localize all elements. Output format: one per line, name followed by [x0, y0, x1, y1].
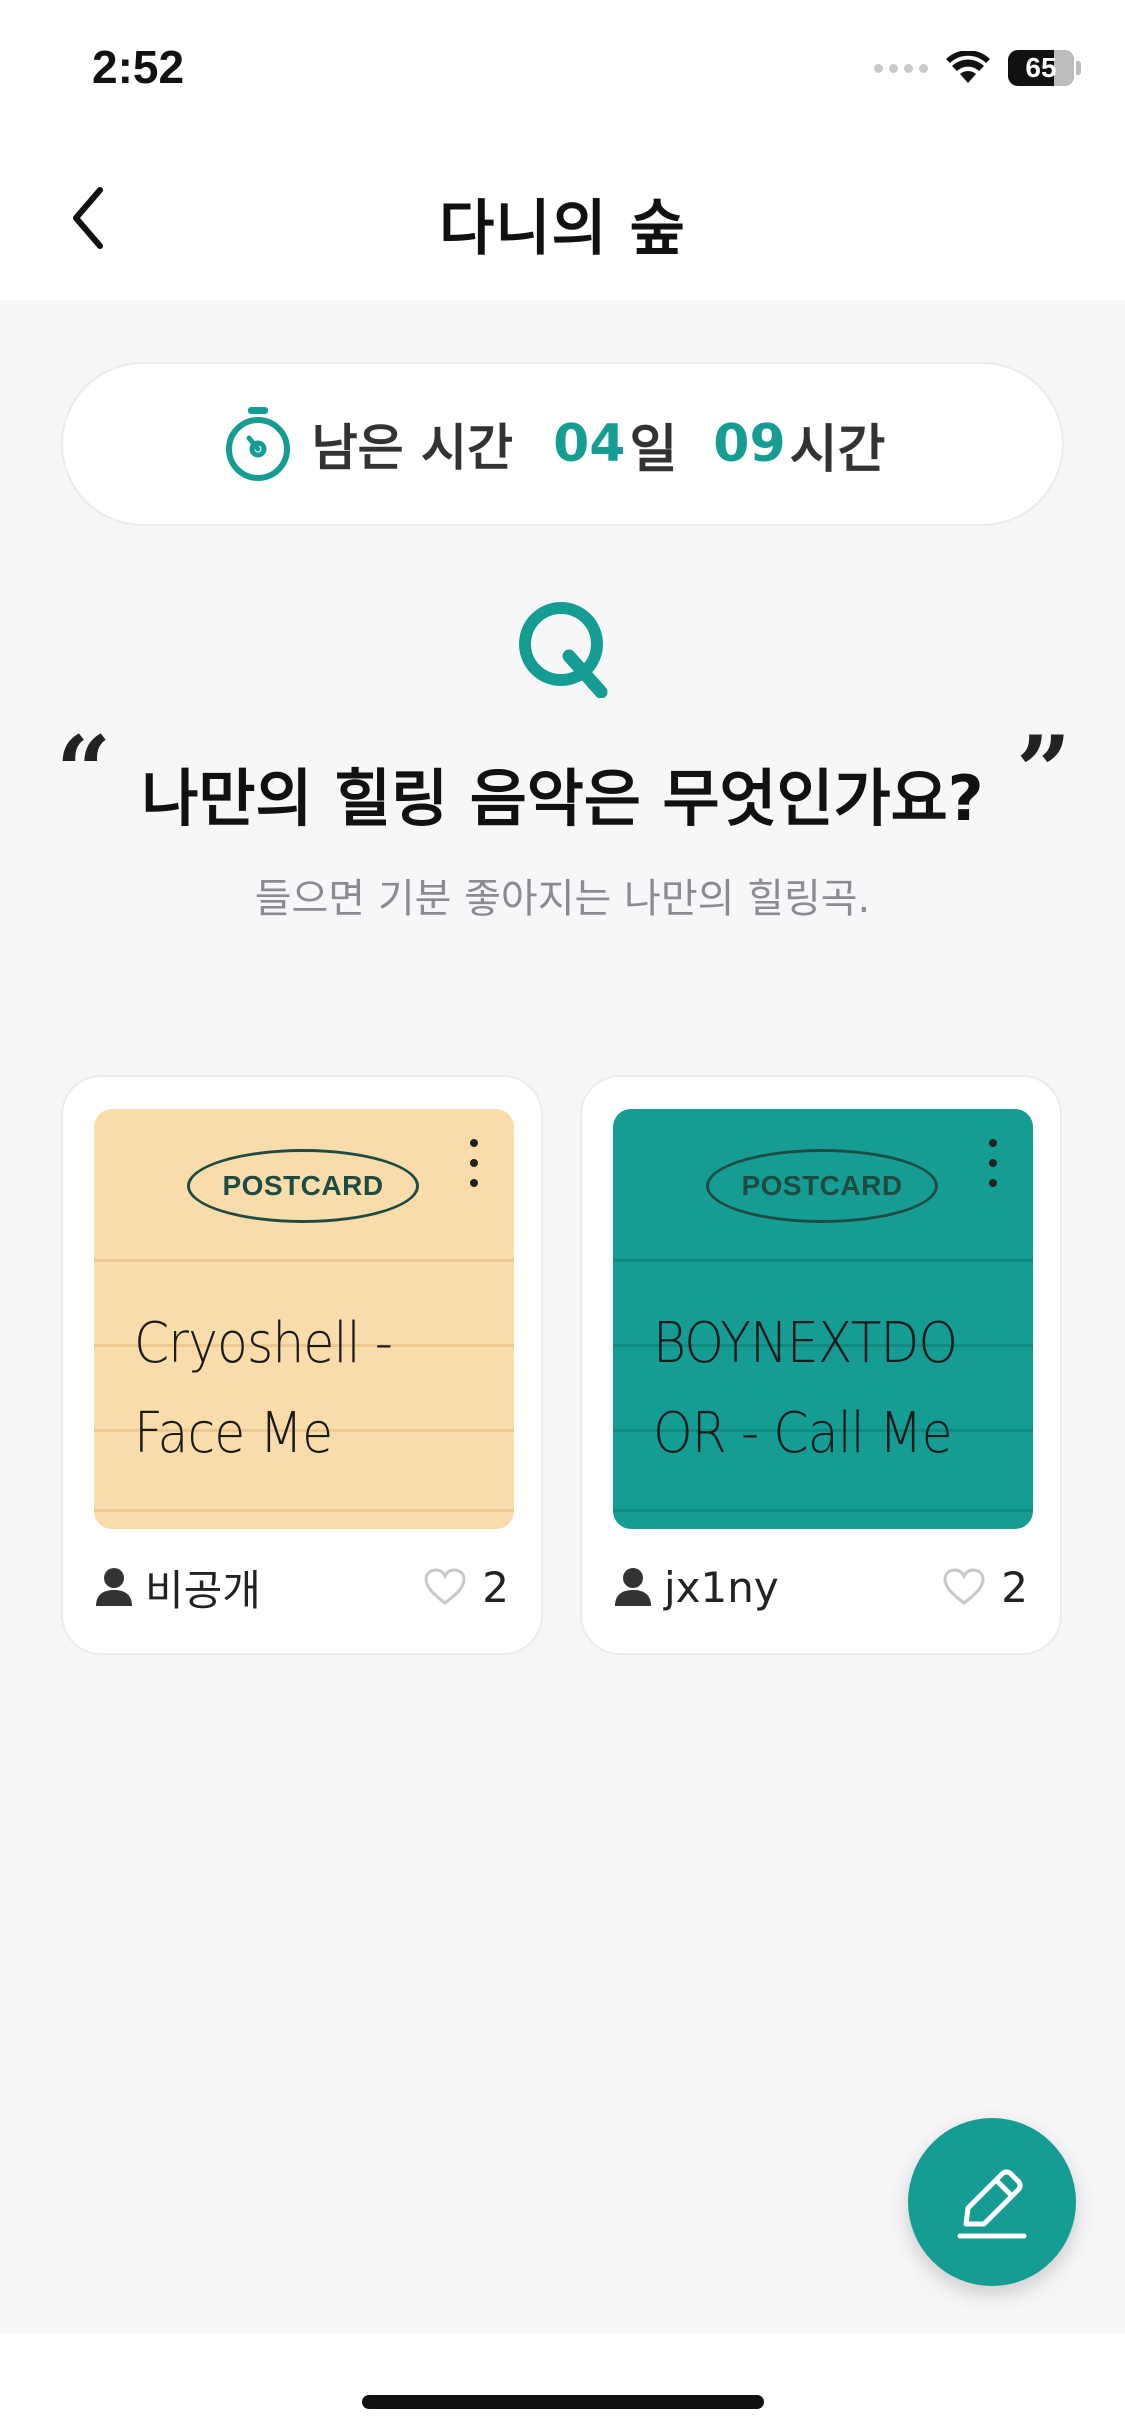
like-count: 2	[1001, 1562, 1028, 1612]
author: jx1ny	[614, 1563, 943, 1612]
days-unit: 일	[629, 419, 678, 480]
user-icon	[96, 1568, 132, 1606]
status-bar: 2:52 65	[0, 0, 1125, 140]
more-options-icon[interactable]	[464, 1135, 484, 1191]
hours-value: 09	[713, 414, 786, 474]
postcard-message-line: Face Me	[134, 1401, 333, 1466]
home-indicator[interactable]	[362, 2395, 764, 2409]
navigation-bar: 다니의 숲	[0, 140, 1125, 300]
heart-icon	[424, 1568, 466, 1605]
question-text: 나만의 힐링 음악은 무엇인가요?	[141, 762, 984, 835]
remaining-time-banner: 남은 시간 04 일 09 시간	[61, 362, 1064, 526]
more-options-icon[interactable]	[983, 1135, 1003, 1191]
status-icons: 65	[874, 48, 1081, 88]
author-name: jx1ny	[664, 1562, 779, 1612]
like-button[interactable]: 2	[424, 1563, 509, 1612]
hours-unit: 시간	[789, 419, 886, 480]
like-count: 2	[482, 1562, 509, 1612]
pencil-icon	[957, 2169, 1027, 2239]
postcard-message: Cryoshell - Face Me	[134, 1299, 467, 1479]
battery-icon: 65	[1008, 50, 1074, 86]
author-name: 비공개	[145, 1565, 261, 1615]
like-button[interactable]: 2	[943, 1563, 1028, 1612]
cellular-signal-icon	[874, 63, 928, 73]
battery-indicator: 65	[1008, 50, 1081, 86]
card-footer: jx1ny 2	[614, 1547, 1028, 1627]
postcard-badge: POSTCARD	[706, 1149, 938, 1223]
user-icon	[615, 1568, 651, 1606]
days-value: 04	[553, 414, 626, 474]
wifi-icon	[946, 51, 990, 83]
remaining-time-label: 남은 시간	[311, 419, 514, 477]
postcard-message-line: OR - Call Me	[653, 1401, 953, 1466]
postcard-message-line: BOYNEXTDO	[653, 1311, 958, 1376]
card-footer: 비공개 2	[95, 1547, 509, 1627]
postcard[interactable]: POSTCARD Cryoshell - Face Me	[94, 1109, 514, 1529]
bottom-safe-area	[0, 2334, 1125, 2436]
question-subtitle: 들으면 기분 좋아지는 나만의 힐링곡.	[254, 876, 871, 922]
postcard-message: BOYNEXTDO OR - Call Me	[653, 1299, 986, 1479]
heart-icon	[943, 1568, 985, 1605]
postcard-card[interactable]: POSTCARD Cryoshell - Face Me 비공개 2	[61, 1075, 543, 1655]
stopwatch-icon	[225, 407, 290, 481]
author: 비공개	[95, 1557, 424, 1618]
postcard-card[interactable]: POSTCARD BOYNEXTDO OR - Call Me jx1ny 2	[580, 1075, 1062, 1655]
battery-level: 65	[1025, 52, 1057, 83]
page-title: 다니의 숲	[439, 194, 686, 264]
status-time: 2:52	[92, 41, 185, 93]
postcard-message-line: Cryoshell -	[134, 1311, 393, 1376]
q-letter-icon	[519, 602, 608, 698]
postcard[interactable]: POSTCARD BOYNEXTDO OR - Call Me	[613, 1109, 1033, 1529]
postcard-badge: POSTCARD	[187, 1149, 419, 1223]
write-button[interactable]	[908, 2118, 1076, 2286]
